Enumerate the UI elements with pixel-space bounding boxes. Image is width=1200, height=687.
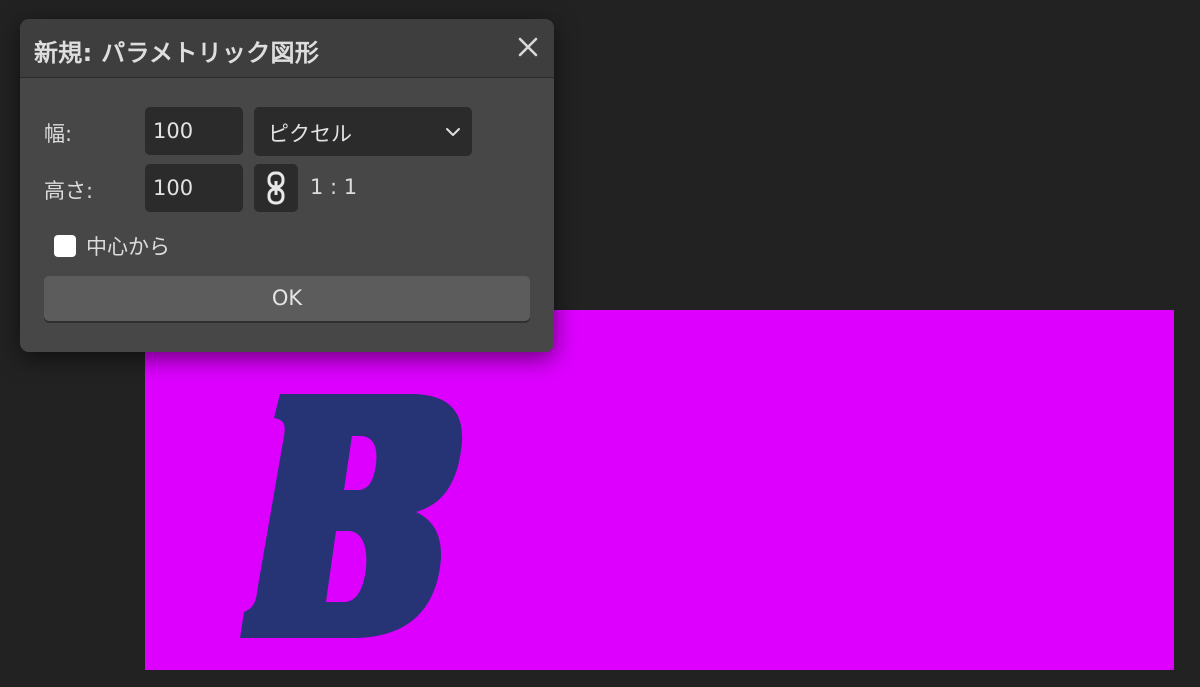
unit-select-value: ピクセル [268, 122, 352, 146]
parametric-shape-dialog: 新規: パラメトリック図形 幅: ピクセル 高さ: 1 : 1 中心から OK [20, 19, 554, 352]
height-input[interactable] [145, 164, 243, 212]
close-button[interactable] [514, 33, 542, 61]
canvas-letter-b[interactable]: B [240, 366, 470, 646]
close-icon [518, 37, 538, 57]
letter-b-shape [240, 394, 463, 638]
dialog-header[interactable]: 新規: パラメトリック図形 [20, 19, 554, 78]
unit-select[interactable]: ピクセル [254, 107, 472, 156]
aspect-link-button[interactable] [254, 164, 298, 212]
height-label: 高さ: [44, 179, 94, 203]
chevron-down-icon [446, 128, 460, 136]
from-center-label[interactable]: 中心から [86, 231, 170, 261]
width-label: 幅: [44, 122, 73, 146]
from-center-checkbox[interactable] [54, 235, 76, 257]
dialog-title: 新規: パラメトリック図形 [34, 39, 320, 67]
ok-button[interactable]: OK [44, 276, 530, 321]
canvas-document[interactable]: B [145, 310, 1174, 670]
width-input[interactable] [145, 107, 243, 155]
aspect-ratio-text: 1 : 1 [310, 175, 358, 199]
ok-button-label: OK [271, 286, 303, 310]
chain-link-icon [267, 171, 285, 205]
